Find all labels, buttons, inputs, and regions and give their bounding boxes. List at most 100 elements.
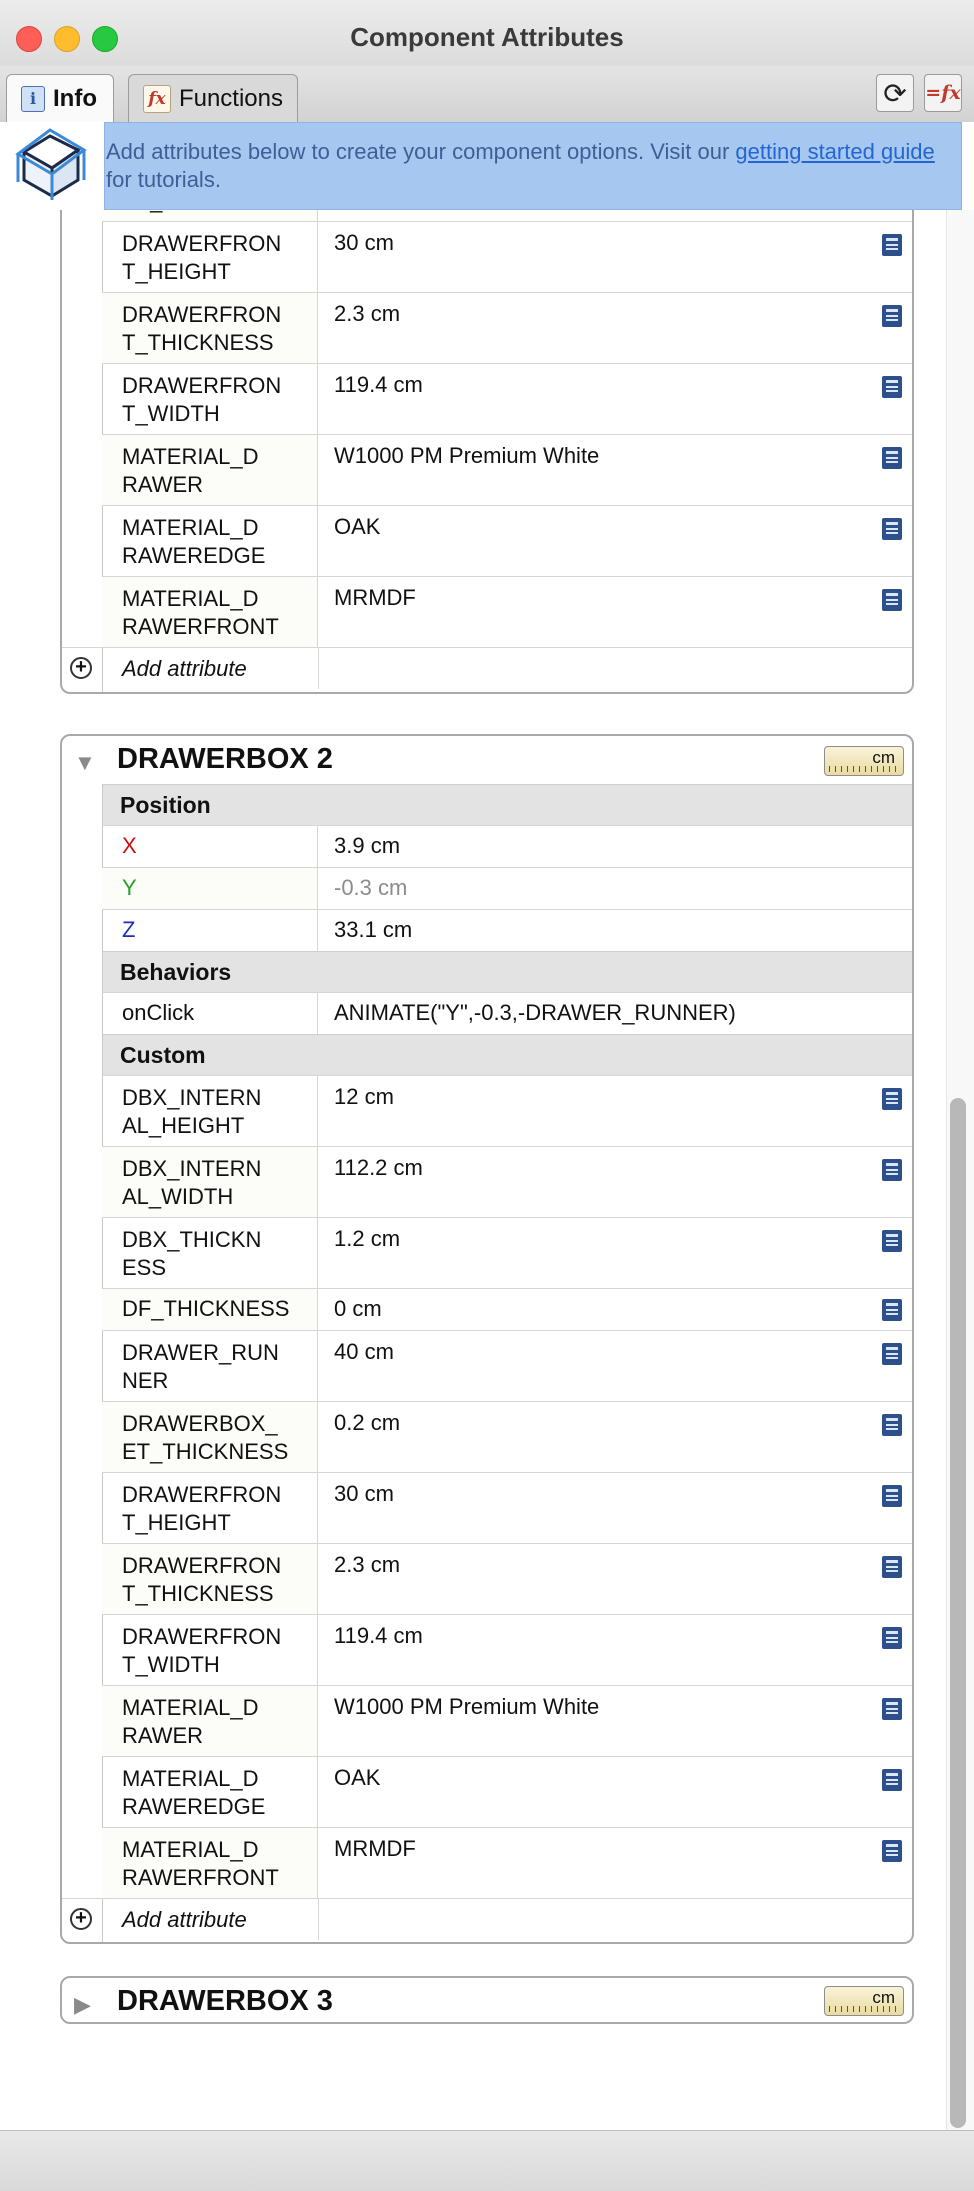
drawerbox-3-header[interactable]: ▶ DRAWERBOX 3 cm — [62, 1978, 912, 2026]
drawerbox-2-header[interactable]: ▼ DRAWERBOX 2 cm — [62, 736, 912, 784]
attribute-value[interactable]: 33.1 cm — [334, 917, 412, 943]
attribute-row[interactable]: DBX_INTERN AL_WIDTH 112.2 cm — [102, 1146, 912, 1217]
attribute-row[interactable]: DF_THICKNESS 0 cm — [102, 1288, 912, 1330]
formula-icon[interactable] — [882, 518, 902, 540]
attribute-value[interactable]: W1000 PM Premium White — [334, 1694, 599, 1720]
attribute-row[interactable]: MATERIAL_D RAWEREDGE OAK — [102, 505, 912, 576]
attribute-row[interactable]: DRAWER_RUN NER 40 cm — [102, 1330, 912, 1401]
attribute-value[interactable]: 112.2 cm — [334, 1155, 423, 1181]
attribute-row[interactable]: MATERIAL_D RAWERFRONT MRMDF — [102, 1827, 912, 1898]
unit-selector-button[interactable]: cm — [824, 746, 904, 776]
formula-icon[interactable] — [882, 1769, 902, 1791]
attribute-row[interactable]: MATERIAL_D RAWEREDGE OAK — [102, 1756, 912, 1827]
attribute-row[interactable]: MATERIAL_D RAWERFRONT MRMDF — [102, 576, 912, 647]
attribute-value[interactable]: -0.3 cm — [334, 875, 407, 901]
attribute-key: MATERIAL_D RAWEREDGE — [102, 506, 318, 576]
attribute-key: ET_THICKNESS — [102, 210, 318, 221]
onclick-row[interactable]: onClick ANIMATE("Y",-0.3,-DRAWER_RUNNER) — [102, 992, 912, 1034]
formula-icon[interactable] — [882, 1485, 902, 1507]
formula-icon[interactable] — [882, 447, 902, 469]
attribute-value[interactable]: 30 cm — [334, 230, 394, 256]
formula-icon[interactable] — [882, 1159, 902, 1181]
title-bar: Component Attributes — [0, 0, 974, 67]
expand-triangle-icon[interactable]: ▶ — [74, 1992, 91, 2018]
attribute-value[interactable]: 30 cm — [334, 1481, 394, 1507]
attribute-row[interactable]: DRAWERFRON T_THICKNESS 2.3 cm — [102, 292, 912, 363]
attribute-row[interactable]: DBX_INTERN AL_HEIGHT 12 cm — [102, 1075, 912, 1146]
formula-icon[interactable] — [882, 376, 902, 398]
attribute-row[interactable]: DRAWERFRON T_THICKNESS 2.3 cm — [102, 1543, 912, 1614]
window-title: Component Attributes — [350, 22, 624, 52]
add-attribute-row[interactable]: + Add attribute — [62, 647, 912, 689]
divider — [318, 1899, 319, 1940]
collapse-triangle-icon[interactable]: ▼ — [74, 750, 96, 776]
tab-info[interactable]: i Info — [6, 74, 114, 122]
attribute-key: DRAWERFRON T_HEIGHT — [102, 1473, 318, 1543]
formula-icon[interactable] — [882, 1230, 902, 1252]
attribute-value[interactable]: 0 cm — [334, 1296, 382, 1322]
attribute-row[interactable]: DRAWERFRON T_WIDTH 119.4 cm — [102, 1614, 912, 1685]
attribute-row[interactable]: DRAWERFRON T_HEIGHT 30 cm — [102, 1472, 912, 1543]
formula-icon[interactable] — [882, 1343, 902, 1365]
attribute-key: X — [102, 826, 318, 867]
attribute-value[interactable]: 2.3 cm — [334, 1552, 400, 1578]
formula-icon[interactable] — [882, 1840, 902, 1862]
attribute-row[interactable]: DRAWERBOX_ ET_THICKNESS 0.2 cm — [102, 1401, 912, 1472]
attribute-value[interactable]: 1.2 cm — [334, 1226, 400, 1252]
drawerbox-2-title: DRAWERBOX 2 — [117, 743, 333, 775]
refresh-button[interactable]: ⟳ — [876, 74, 914, 112]
tab-functions[interactable]: fx Functions — [128, 74, 298, 122]
formula-icon[interactable] — [882, 1698, 902, 1720]
attribute-value[interactable]: 3.9 cm — [334, 833, 400, 859]
attribute-row[interactable]: MATERIAL_D RAWER W1000 PM Premium White — [102, 434, 912, 505]
formula-icon[interactable] — [882, 1088, 902, 1110]
getting-started-guide-link[interactable]: getting started guide — [735, 139, 934, 164]
attribute-key: DRAWERFRON T_WIDTH — [102, 1615, 318, 1685]
add-icon[interactable]: + — [70, 657, 92, 679]
unit-selector-button[interactable]: cm — [824, 1986, 904, 2016]
attribute-value[interactable]: OAK — [334, 514, 380, 540]
attribute-value[interactable]: 40 cm — [334, 1339, 394, 1365]
attribute-value[interactable]: ANIMATE("Y",-0.3,-DRAWER_RUNNER) — [334, 1000, 736, 1026]
box-gutter — [62, 784, 103, 1942]
info-icon: i — [21, 85, 45, 112]
add-attribute-label: Add attribute — [122, 1907, 247, 1932]
banner-text-before: Add attributes below to create your comp… — [106, 139, 736, 164]
formula-icon[interactable] — [882, 1414, 902, 1436]
divider — [318, 648, 319, 689]
attribute-key: DRAWERFRON T_HEIGHT — [102, 222, 318, 292]
formula-icon[interactable] — [882, 1299, 902, 1321]
formula-icon[interactable] — [882, 1556, 902, 1578]
attribute-row-partial[interactable]: ET_THICKNESS — [102, 210, 912, 221]
attribute-value[interactable]: 119.4 cm — [334, 372, 423, 398]
formula-icon[interactable] — [882, 589, 902, 611]
position-y-row[interactable]: Y -0.3 cm — [102, 867, 912, 909]
attribute-row[interactable]: DBX_THICKN ESS 1.2 cm — [102, 1217, 912, 1288]
attribute-value[interactable]: OAK — [334, 1765, 380, 1791]
attribute-key: DBX_INTERN AL_WIDTH — [102, 1147, 318, 1217]
attribute-value[interactable]: MRMDF — [334, 1836, 416, 1862]
attribute-value[interactable]: MRMDF — [334, 585, 416, 611]
attribute-value[interactable]: 12 cm — [334, 1084, 394, 1110]
formula-icon[interactable] — [882, 1627, 902, 1649]
attribute-key: MATERIAL_D RAWER — [102, 1686, 318, 1756]
formula-icon[interactable] — [882, 305, 902, 327]
attribute-key: DRAWERFRON T_THICKNESS — [102, 293, 318, 363]
attributes-scroll-area[interactable]: ET_THICKNESS DRAWERFRON T_HEIGHT 30 cm D… — [0, 210, 974, 2130]
refresh-icon: ⟳ — [883, 77, 907, 109]
attribute-row[interactable]: MATERIAL_D RAWER W1000 PM Premium White — [102, 1685, 912, 1756]
position-x-row[interactable]: X 3.9 cm — [102, 825, 912, 867]
formula-icon[interactable] — [882, 234, 902, 256]
scrollbar-thumb[interactable] — [950, 1098, 966, 2128]
attribute-key: Z — [102, 910, 318, 951]
formula-toggle-button[interactable]: =fx — [924, 74, 962, 112]
attribute-row[interactable]: DRAWERFRON T_WIDTH 119.4 cm — [102, 363, 912, 434]
attribute-value[interactable]: 2.3 cm — [334, 301, 400, 327]
attribute-value[interactable]: 119.4 cm — [334, 1623, 423, 1649]
position-z-row[interactable]: Z 33.1 cm — [102, 909, 912, 951]
attribute-row[interactable]: DRAWERFRON T_HEIGHT 30 cm — [102, 221, 912, 292]
attribute-value[interactable]: W1000 PM Premium White — [334, 443, 599, 469]
attribute-value[interactable]: 0.2 cm — [334, 1410, 400, 1436]
add-attribute-row[interactable]: + Add attribute — [62, 1898, 912, 1940]
add-icon[interactable]: + — [70, 1908, 92, 1930]
